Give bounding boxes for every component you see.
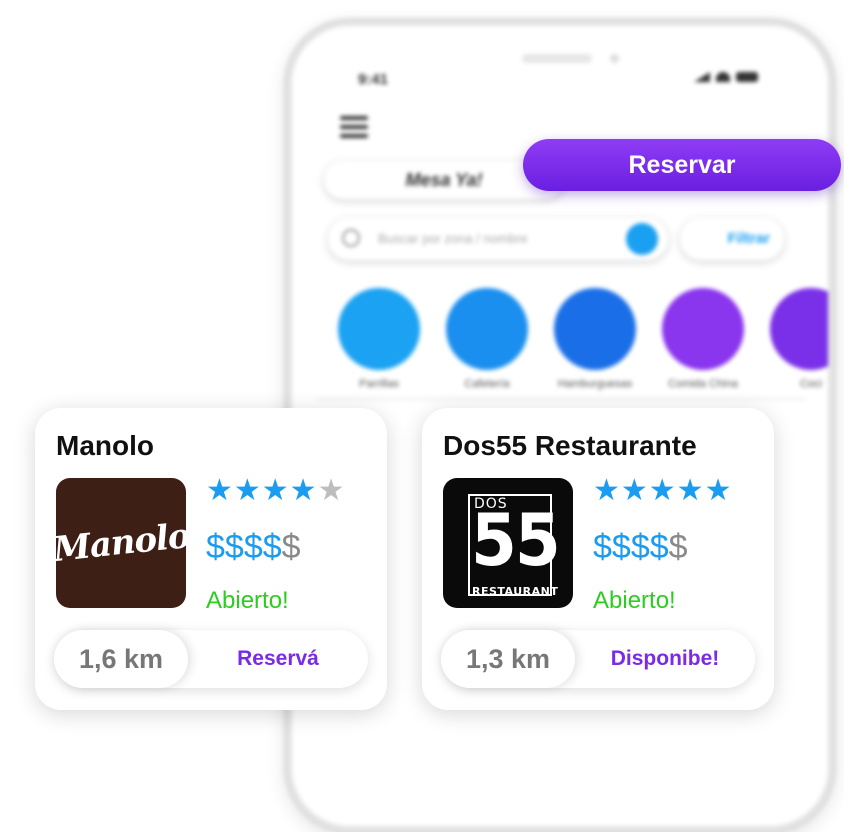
- steak-icon: [338, 288, 420, 370]
- category-label: Coci: [799, 378, 822, 390]
- category-item-cafeteria[interactable]: Cafetería: [446, 288, 528, 390]
- card-footer: 1,3 km Disponibe!: [441, 630, 755, 688]
- category-label: Hamburguesas: [557, 378, 633, 390]
- star-icon: ★★★★: [206, 474, 318, 507]
- wifi-icon: [716, 72, 730, 82]
- logo-text: Manolo: [56, 515, 186, 571]
- phone-speaker: [522, 54, 592, 63]
- status-bar-time: 9:41: [358, 71, 389, 88]
- category-label: Parrillas: [359, 378, 399, 390]
- price-filled: $$$$: [593, 528, 669, 566]
- price-level: $$$$$: [206, 530, 301, 564]
- restaurant-card[interactable]: Manolo Manolo ★★★★★ $$$$$ Abierto! 1,6 k…: [35, 408, 387, 710]
- disponible-button[interactable]: Disponibe!: [575, 630, 755, 688]
- category-item-hamburguesas[interactable]: Hamburguesas: [554, 288, 636, 390]
- menu-icon[interactable]: [340, 116, 368, 138]
- restaurant-name: Dos55 Restaurante: [443, 430, 697, 461]
- price-level: $$$$$: [593, 530, 688, 564]
- open-status: Abierto!: [593, 587, 676, 614]
- divider: [316, 398, 806, 400]
- category-icon: [770, 288, 828, 370]
- rating-stars: ★★★★★: [206, 476, 345, 506]
- restaurant-logo: DOS 55 RESTAURANT: [443, 478, 573, 608]
- distance-badge: 1,6 km: [54, 630, 188, 688]
- battery-icon: [736, 72, 758, 82]
- status-bar-icons: [694, 72, 758, 82]
- price-empty: $: [281, 528, 301, 566]
- burger-icon: [554, 288, 636, 370]
- phone-camera: [610, 54, 619, 63]
- signal-icon: [694, 72, 710, 82]
- star-icon: ★★★★★: [593, 474, 733, 507]
- category-item-coci[interactable]: Coci: [770, 288, 828, 390]
- search-icon: [342, 229, 360, 247]
- rice-bowl-icon: [662, 288, 744, 370]
- category-list: Parrillas Cafetería Hamburguesas Comida …: [338, 288, 828, 390]
- distance-badge: 1,3 km: [441, 630, 575, 688]
- logo-subtext: RESTAURANT: [472, 585, 559, 598]
- category-item-comida-china[interactable]: Comida China: [662, 288, 744, 390]
- price-empty: $: [668, 528, 688, 566]
- search-bar[interactable]: Buscar por zona / nombre: [328, 218, 668, 260]
- search-input[interactable]: Buscar por zona / nombre: [378, 231, 528, 246]
- category-item-parrillas[interactable]: Parrillas: [338, 288, 420, 390]
- coffee-cup-icon: [446, 288, 528, 370]
- location-pin-icon[interactable]: [626, 223, 658, 255]
- category-label: Comida China: [668, 378, 738, 390]
- reservar-button[interactable]: Reservar: [523, 139, 841, 191]
- restaurant-logo: Manolo: [56, 478, 186, 608]
- reserva-button[interactable]: Reservá: [188, 630, 368, 688]
- restaurant-card[interactable]: Dos55 Restaurante DOS 55 RESTAURANT ★★★★…: [422, 408, 774, 710]
- restaurant-name: Manolo: [56, 430, 154, 461]
- filter-button[interactable]: Filtrar: [680, 218, 784, 260]
- logo-number: 55: [471, 498, 561, 583]
- star-empty-icon: ★: [317, 474, 346, 507]
- rating-stars: ★★★★★: [593, 476, 732, 506]
- category-label: Cafetería: [464, 378, 510, 390]
- card-footer: 1,6 km Reservá: [54, 630, 368, 688]
- open-status: Abierto!: [206, 587, 289, 614]
- price-filled: $$$$: [206, 528, 282, 566]
